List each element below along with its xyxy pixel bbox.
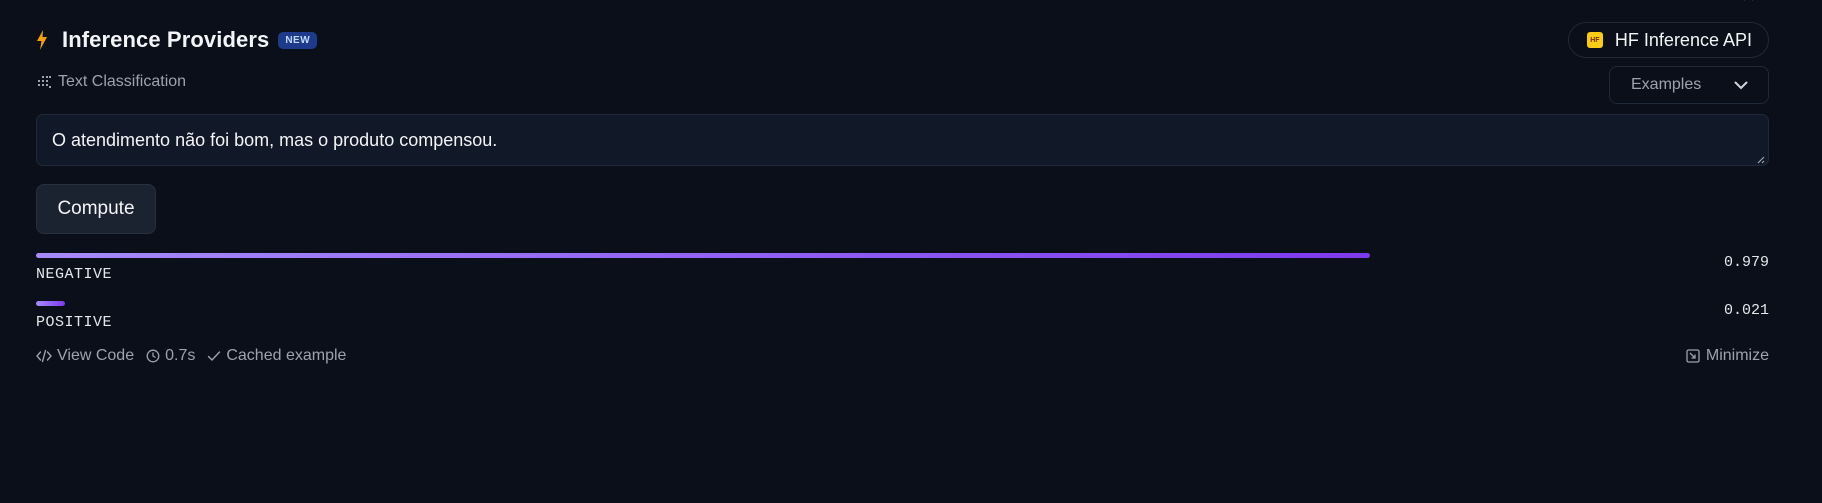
examples-dropdown[interactable]: Examples <box>1609 66 1769 104</box>
task-type: Text Classification <box>36 73 186 91</box>
result-label: NEGATIVE <box>36 266 113 283</box>
minimize-icon <box>1686 349 1700 363</box>
task-label: Text Classification <box>58 73 187 90</box>
provider-label: HF Inference API <box>1614 29 1752 50</box>
result-score: 0.979 <box>1723 254 1769 271</box>
result-score: 0.021 <box>1723 302 1769 319</box>
new-badge: NEW <box>278 31 318 49</box>
widget-title: Inference Providers <box>62 27 270 52</box>
footer-left: View Code 0.7s Cached example <box>36 344 358 368</box>
inference-widget: Inference Providers NEW HF HF Inference … <box>36 0 1769 503</box>
title-group: Inference Providers NEW <box>36 22 318 58</box>
examples-label: Examples <box>1631 76 1702 93</box>
result-row: POSITIVE 0.021 <box>36 301 1769 335</box>
widget-header: Inference Providers NEW HF HF Inference … <box>36 22 1769 58</box>
result-label: POSITIVE <box>36 314 113 331</box>
timing-info: 0.7s <box>146 347 195 365</box>
clock-icon <box>146 349 160 363</box>
minimize-label: Minimize <box>1705 347 1769 364</box>
score-bar-track <box>36 253 1636 258</box>
text-classification-icon <box>38 76 51 88</box>
compute-button[interactable]: Compute <box>36 184 156 234</box>
minimize-button[interactable]: Minimize <box>1686 344 1769 368</box>
task-row: Text Classification Examples <box>36 66 1769 104</box>
view-code-button[interactable]: View Code <box>36 347 134 365</box>
check-icon <box>208 351 221 362</box>
cached-label: Cached example <box>226 347 347 364</box>
code-icon <box>36 349 52 363</box>
score-bar <box>36 301 65 306</box>
cached-info: Cached example <box>207 347 346 365</box>
widget-footer: View Code 0.7s Cached example Minimize <box>36 344 1769 368</box>
provider-selector-button[interactable]: HF HF Inference API <box>1567 22 1769 58</box>
text-input[interactable]: O atendimento não foi bom, mas o produto… <box>36 114 1769 166</box>
timing-label: 0.7s <box>165 347 196 364</box>
chevron-down-icon <box>1734 81 1748 89</box>
hf-logo-icon: HF <box>1586 32 1603 48</box>
score-bar <box>36 253 1370 258</box>
resize-handle-icon[interactable] <box>1755 154 1765 164</box>
score-bar-track <box>36 301 1636 306</box>
lightning-icon <box>36 29 52 51</box>
view-code-label: View Code <box>57 347 135 364</box>
result-row: NEGATIVE 0.979 <box>36 253 1769 287</box>
corner-icon <box>1744 0 1754 1</box>
